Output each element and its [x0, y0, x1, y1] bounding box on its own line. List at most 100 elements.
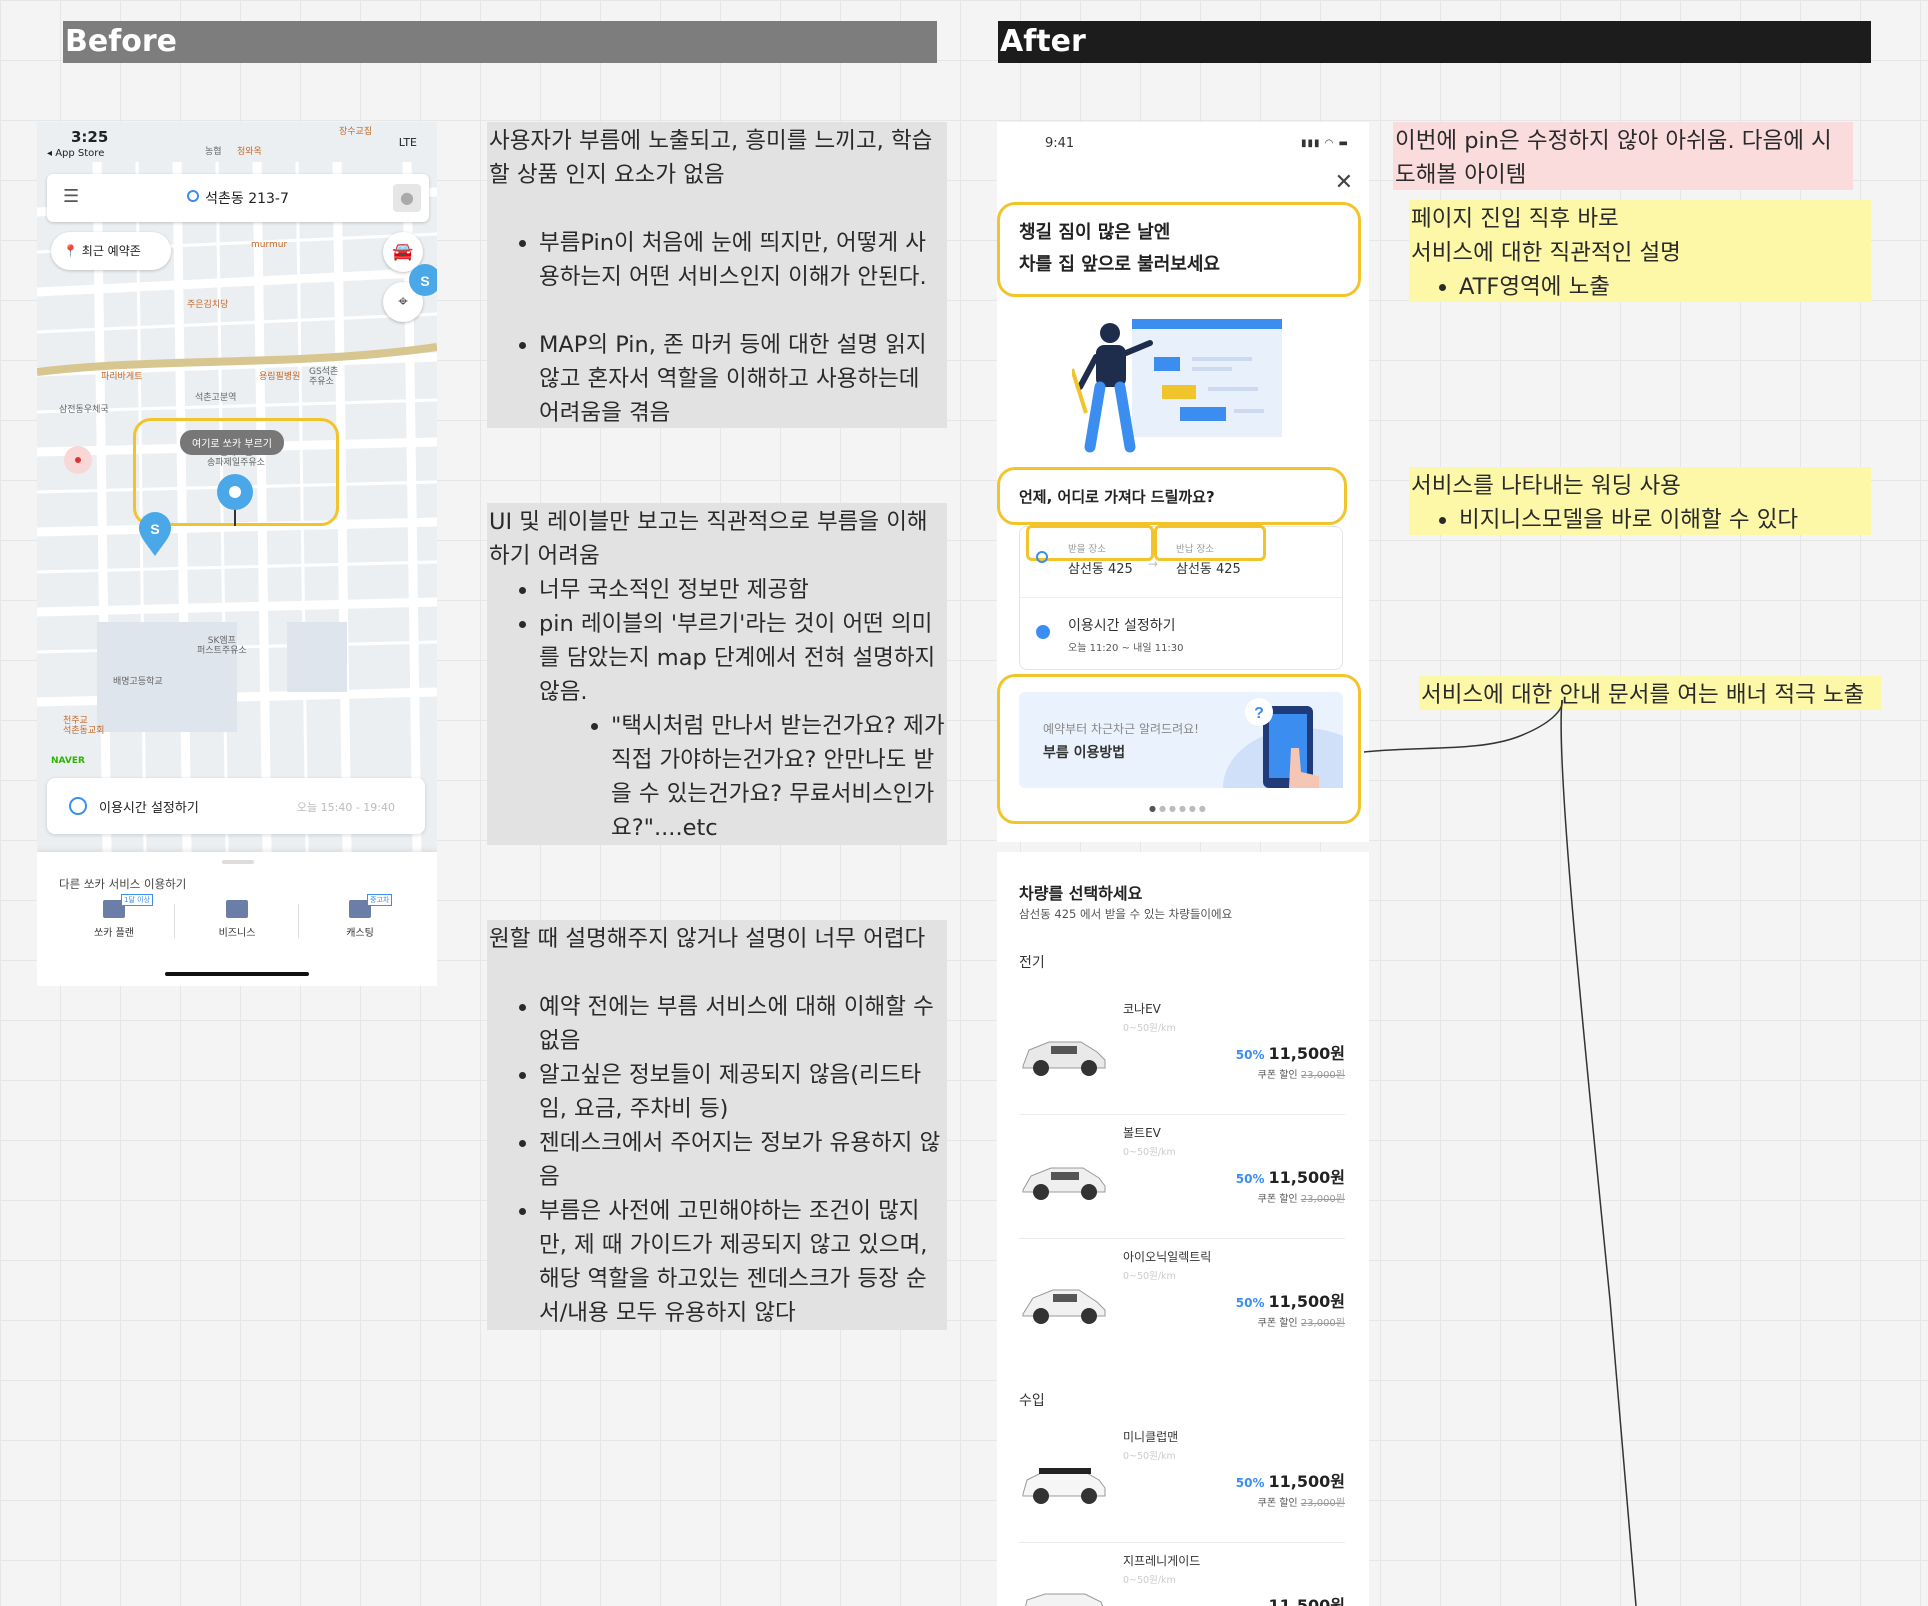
- return-location[interactable]: 반납 장소삼선동 425: [1176, 541, 1241, 577]
- time-value: 오늘 11:20 ~ 내일 11:30: [1068, 643, 1184, 654]
- signal-battery-icon: ▮▮▮ ◠ ▬: [1300, 138, 1349, 149]
- after-note-pink: 이번에 pin은 수정하지 않아 아쉬움. 다음에 시도해볼 아이템: [1393, 122, 1853, 190]
- service-label: 쏘카 플랜: [94, 928, 134, 939]
- before-note-1: 사용자가 부름에 노출되고, 흥미를 느끼고, 학습할 상품 인지 요소가 없음…: [487, 122, 947, 428]
- map-view[interactable]: 3:25 ◂ App Store LTE ☰ 석촌동 213-7 ● 📍 최근 …: [37, 122, 437, 852]
- headline: 챙길 짐이 많은 날엔 차를 집 앞으로 불러보세요: [1019, 217, 1220, 281]
- time-setting-label[interactable]: 이용시간 설정하기: [1068, 615, 1176, 635]
- note-bullet: 너무 국소적인 정보만 제공함: [539, 573, 945, 607]
- arrow-right-icon: →: [1148, 557, 1159, 571]
- car-item[interactable]: 지프레니게이드 0~50원/km 11,500원: [1019, 1552, 1345, 1606]
- service-tag: 중고차: [367, 894, 393, 906]
- note-bullet: 알고싶은 정보들이 제공되지 않음(리드타임, 요금, 주차비 등): [539, 1058, 945, 1126]
- banner-title: 부름 이용방법: [1043, 745, 1126, 761]
- note-line: 서비스에 대한 직관적인 설명: [1411, 240, 1681, 266]
- original-price: 23,000원: [1300, 1070, 1345, 1081]
- svg-text:S: S: [150, 521, 159, 537]
- sheet-handle[interactable]: [222, 860, 254, 864]
- onboarding-illustration: [1072, 319, 1282, 453]
- map-label: 주은김치당: [187, 300, 229, 310]
- banner-pagination[interactable]: ●●●●●●: [1149, 804, 1209, 813]
- note-text: 이번에 pin은 수정하지 않아 아쉬움. 다음에 시도해볼 아이템: [1395, 128, 1832, 188]
- discount-percent: 50%: [1235, 1296, 1265, 1310]
- car-item[interactable]: 미니클럽맨 0~50원/km 50% 11,500원 쿠폰 할인 23,000원: [1019, 1428, 1345, 1543]
- car-price: 11,500원: [1268, 1472, 1345, 1491]
- service-socar-plan[interactable]: 1달 이상 쏘카 플랜: [59, 894, 169, 939]
- original-price: 23,000원: [1300, 1194, 1345, 1205]
- location-time-card: 받을 장소삼선동 425 → 반납 장소삼선동 425 이용시간 설정하기 오늘…: [1019, 525, 1343, 670]
- banner-subtitle: 예약부터 차근차근 알려드려요!: [1043, 722, 1199, 736]
- note-bullet: 젠데스크에서 주어지는 정보가 유용하지 않음: [539, 1126, 945, 1194]
- map-label: GS석촌 주유소: [309, 367, 339, 387]
- note-intro: UI 및 레이블만 보고는 직관적으로 부름을 이해하기 어려움: [489, 509, 928, 569]
- note-sub-bullet: "택시처럼 만나서 받는건가요? 제가 직접 가야하는건가요? 안만나도 받을 …: [611, 709, 945, 845]
- after-note-wording: 서비스를 나타내는 워딩 사용 비지니스모델을 바로 이해할 수 있다: [1409, 467, 1871, 535]
- pickup-dot-icon: [1036, 551, 1048, 563]
- phone-help-illustration: ?: [1223, 698, 1343, 788]
- pickup-location[interactable]: 받을 장소삼선동 425: [1068, 541, 1133, 577]
- map-label: SK엠프 퍼스트주유소: [197, 636, 247, 656]
- car-image: [1022, 1289, 1106, 1324]
- home-indicator: [165, 972, 309, 976]
- current-address: 석촌동 213-7: [205, 191, 289, 207]
- recent-zone-button[interactable]: 📍 최근 예약존: [51, 232, 171, 270]
- socar-zone-marker-icon[interactable]: S: [137, 512, 173, 558]
- service-label: 캐스팅: [346, 928, 374, 939]
- time-setting-label: 이용시간 설정하기: [99, 801, 199, 816]
- usage-time-setter[interactable]: 이용시간 설정하기 오늘 15:40 - 19:40: [47, 778, 425, 834]
- service-tag: 1달 이상: [121, 894, 153, 906]
- car-km-rate: 0~50원/km: [1123, 1575, 1176, 1586]
- call-here-pin-tooltip[interactable]: 여기로 쏘카 부르기: [180, 430, 284, 455]
- time-range-value: 오늘 15:40 - 19:40: [296, 801, 395, 814]
- map-label: 천주교 석촌동교회: [63, 716, 105, 736]
- service-casting[interactable]: 중고차 캐스팅: [305, 894, 415, 939]
- status-time: 9:41: [1045, 136, 1075, 151]
- map-label: 배명고등학교: [113, 677, 163, 687]
- naver-logo: NAVER: [51, 756, 85, 766]
- how-to-use-banner[interactable]: 예약부터 차근차근 알려드려요! 부름 이용방법 ?: [1019, 692, 1343, 788]
- car-item[interactable]: 아이오닉일렉트릭 0~50원/km 50% 11,500원 쿠폰 할인 23,00…: [1019, 1248, 1345, 1362]
- call-pin-icon[interactable]: [215, 472, 255, 528]
- profile-icon[interactable]: ●: [393, 184, 421, 212]
- select-car-title: 차량를 선택하세요: [1019, 884, 1143, 903]
- close-icon[interactable]: ✕: [1335, 172, 1353, 194]
- original-price: 23,000원: [1300, 1498, 1345, 1509]
- before-note-3: 원할 때 설명해주지 않거나 설명이 너무 어렵다 예약 전에는 부름 서비스에…: [487, 920, 947, 1330]
- note-line: 서비스를 나타내는 워딩 사용: [1411, 473, 1681, 499]
- discount-percent: 50%: [1235, 1476, 1265, 1490]
- note-bullet: 부름Pin이 처음에 눈에 띄지만, 어떻게 사용하는지 어떤 서비스인지 이해…: [539, 226, 945, 294]
- map-label: murmur: [251, 240, 288, 250]
- note-bullet: 예약 전에는 부름 서비스에 대해 이해할 수 없음: [539, 990, 945, 1058]
- car-image: [1025, 1593, 1104, 1606]
- bottom-sheet: 다른 쏘카 서비스 이용하기 1달 이상 쏘카 플랜 비즈니스 중고차 캐스팅: [37, 852, 437, 986]
- pickup-label: 받을 장소: [1068, 544, 1106, 555]
- car-item[interactable]: 볼트EV 0~50원/km 50% 11,500원 쿠폰 할인 23,000원: [1019, 1124, 1345, 1239]
- svg-text:?: ?: [1254, 705, 1264, 722]
- pin-icon: 📍: [63, 244, 78, 258]
- discount-percent: 50%: [1235, 1048, 1265, 1062]
- coupon-label: 쿠폰 할인: [1257, 1318, 1298, 1329]
- note-bullet: pin 레이블의 '부르기'라는 것이 어떤 의미를 담았는지 map 단계에서…: [539, 607, 945, 709]
- car-km-rate: 0~50원/km: [1123, 1451, 1176, 1462]
- car-price: 11,500원: [1268, 1292, 1345, 1311]
- service-business[interactable]: 비즈니스: [182, 900, 292, 939]
- map-label: 청와옥: [237, 147, 262, 157]
- back-to-app-store[interactable]: ◂ App Store: [47, 148, 104, 159]
- before-note-2: UI 및 레이블만 보고는 직관적으로 부름을 이해하기 어려움 너무 국소적인…: [487, 503, 947, 845]
- map-label: 농협: [205, 147, 222, 157]
- location-dot-icon: [187, 190, 200, 202]
- original-price: 23,000원: [1300, 1318, 1345, 1329]
- car-selection-section: 차량를 선택하세요 삼선동 425 에서 받을 수 있는 차량들이에요 전기 코…: [997, 852, 1369, 1606]
- socar-zone-marker-icon[interactable]: S: [407, 262, 437, 298]
- note-line: 페이지 진입 직후 바로: [1411, 206, 1619, 232]
- return-value: 삼선동 425: [1176, 562, 1241, 577]
- address-bar[interactable]: ☰ 석촌동 213-7 ●: [47, 174, 429, 222]
- return-label: 반납 장소: [1176, 544, 1214, 555]
- before-header: Before: [63, 21, 937, 63]
- car-item[interactable]: 코나EV 0~50원/km 50% 11,500원 쿠폰 할인 23,000원: [1019, 1000, 1345, 1115]
- office-icon: [226, 900, 248, 918]
- pickup-value: 삼선동 425: [1068, 562, 1133, 577]
- map-label: 석촌고분역: [195, 393, 237, 403]
- car-km-rate: 0~50원/km: [1123, 1271, 1176, 1282]
- discount-percent: 50%: [1235, 1172, 1265, 1186]
